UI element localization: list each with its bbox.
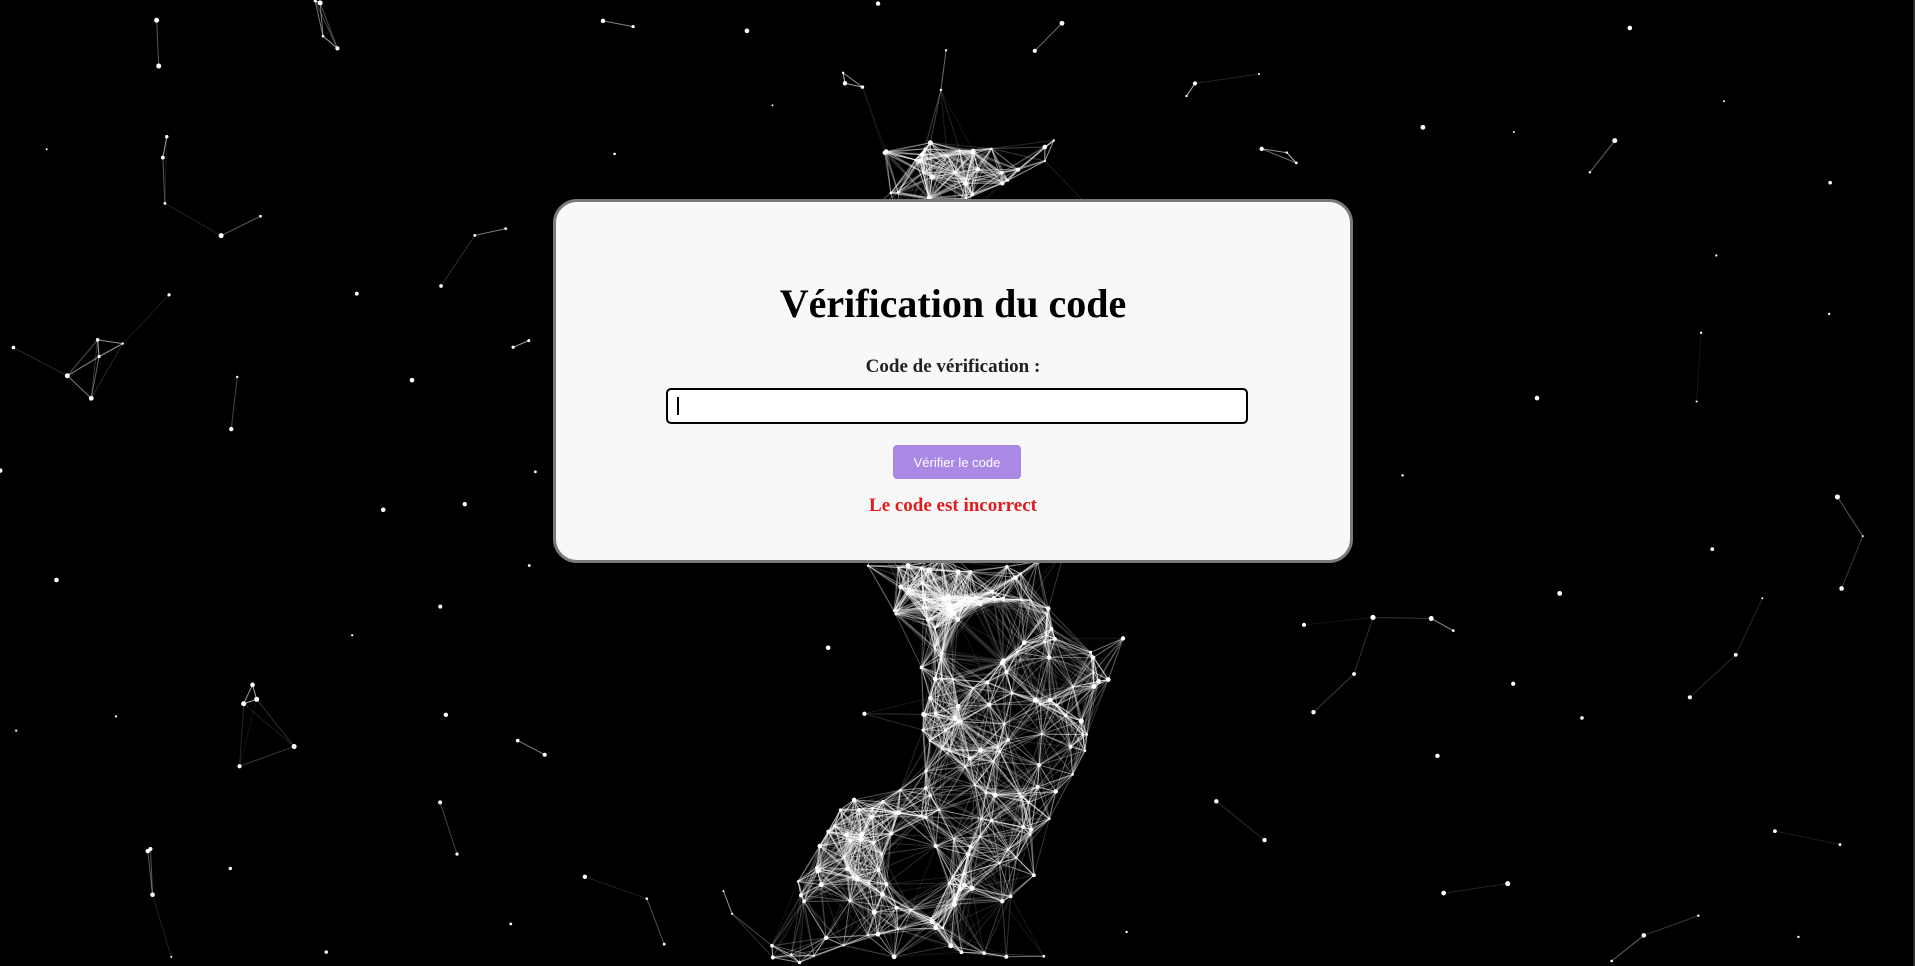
page-title: Vérification du code xyxy=(779,281,1127,326)
error-message: Le code est incorrect xyxy=(869,495,1037,516)
verify-code-button[interactable]: Vérifier le code xyxy=(893,445,1021,479)
verification-card: Vérification du code Code de vérificatio… xyxy=(553,199,1353,563)
text-cursor xyxy=(677,397,679,415)
code-field-label: Code de vérification : xyxy=(865,356,1041,377)
verification-code-input[interactable] xyxy=(666,388,1248,424)
